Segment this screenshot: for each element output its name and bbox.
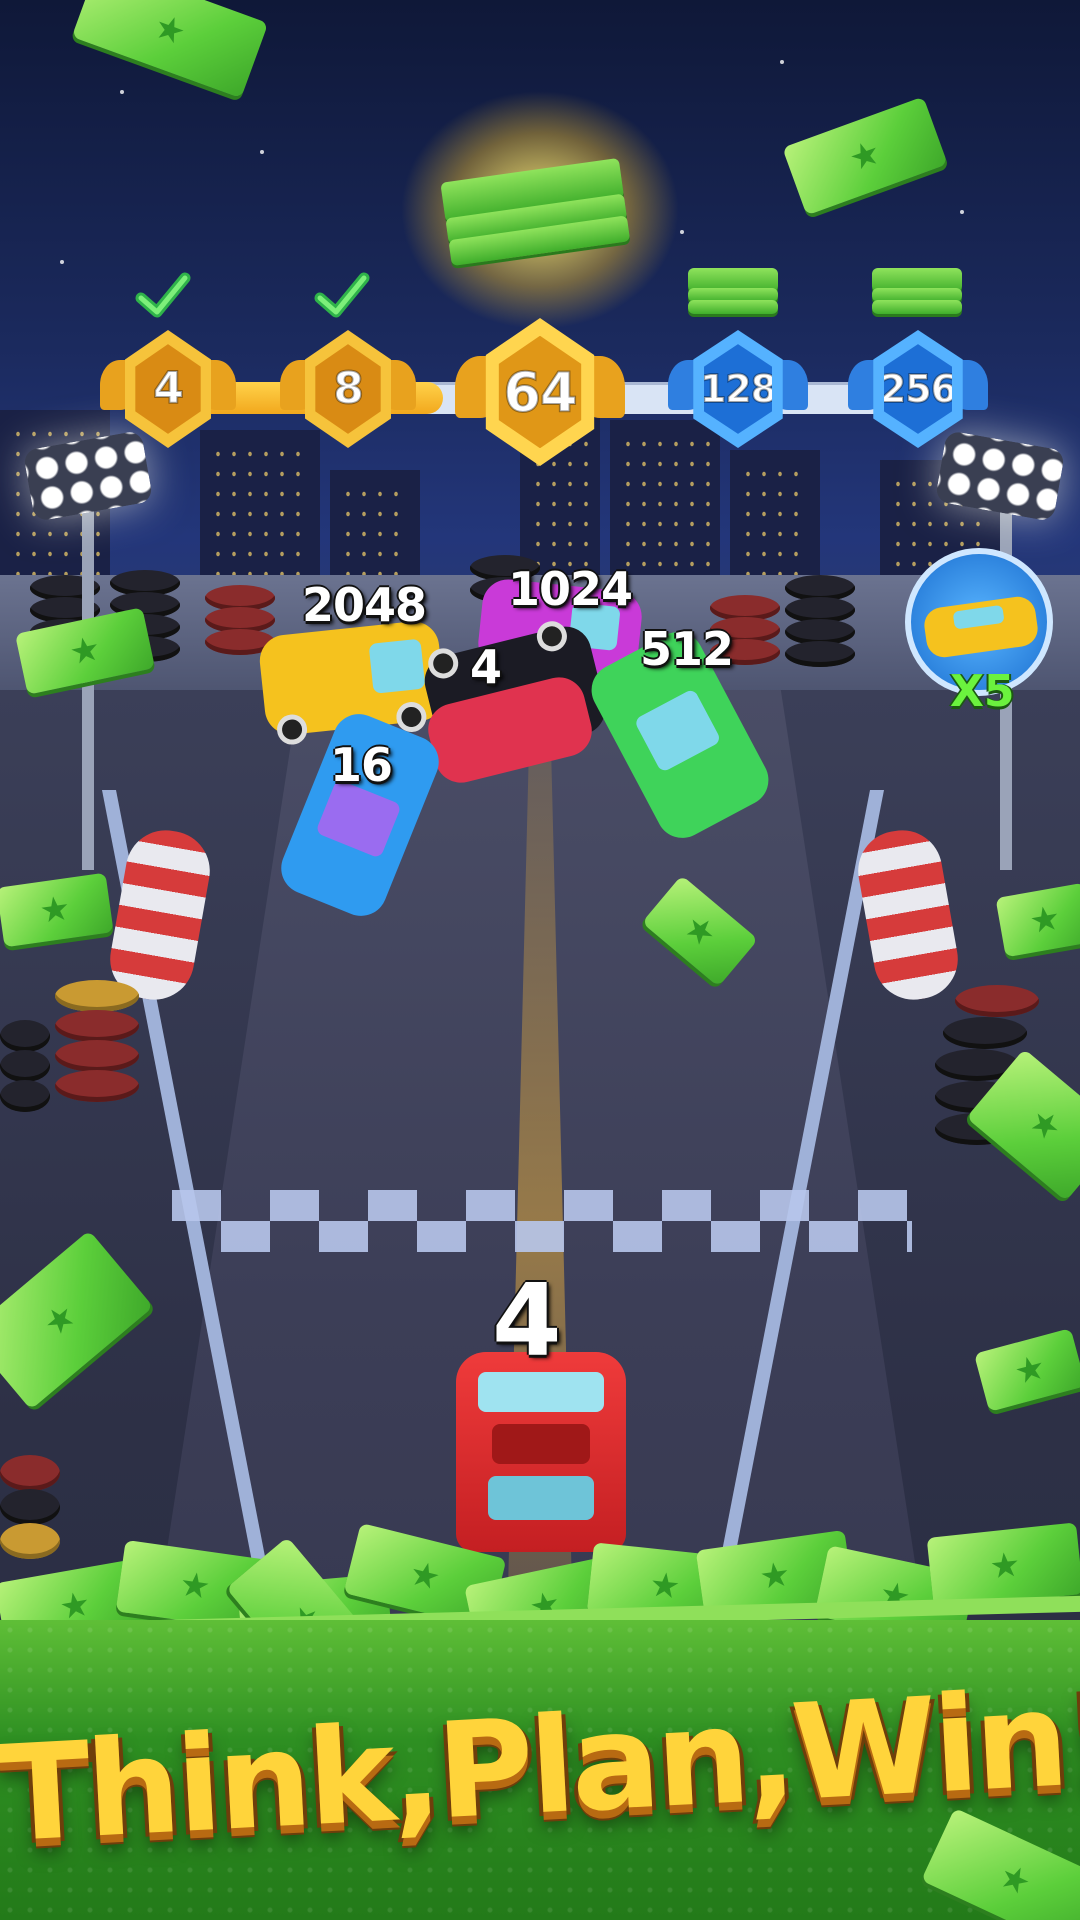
yellow-car-icon <box>922 594 1040 660</box>
cash-stack-icon <box>688 268 778 318</box>
car-value-label: 512 <box>640 622 734 676</box>
star <box>780 60 784 64</box>
star <box>260 150 264 154</box>
car-value-label: 1024 <box>508 562 633 616</box>
finish-line <box>172 1190 912 1252</box>
level-value: 4 <box>152 362 185 415</box>
car-value-label: 2048 <box>302 578 427 632</box>
level-badge: 256 <box>848 330 988 460</box>
level-badge: 4 <box>100 330 236 460</box>
level-badge-current: 64 <box>455 318 625 474</box>
car-value-label: 4 <box>470 640 502 694</box>
star <box>120 90 124 94</box>
star <box>960 210 964 214</box>
check-icon <box>314 272 370 318</box>
cash-stack-icon <box>872 268 962 318</box>
reward-count: X5 <box>950 666 1015 717</box>
level-value: 256 <box>879 366 957 412</box>
star <box>680 230 684 234</box>
star <box>60 260 64 264</box>
level-badge: 8 <box>280 330 416 460</box>
player-car[interactable] <box>456 1352 626 1552</box>
level-value: 128 <box>699 366 777 412</box>
level-badge: 128 <box>668 330 808 460</box>
player-car-value: 4 <box>492 1262 562 1379</box>
level-value: 64 <box>502 360 578 425</box>
level-value: 8 <box>332 362 365 415</box>
check-icon <box>135 272 191 318</box>
game-screen: 4 8 64 128 256 2048 1024 4 512 16 X5 4 ★… <box>0 0 1080 1920</box>
car-value-label: 16 <box>330 738 393 792</box>
money-bill-icon <box>71 0 269 99</box>
money-bill-icon <box>782 96 948 216</box>
